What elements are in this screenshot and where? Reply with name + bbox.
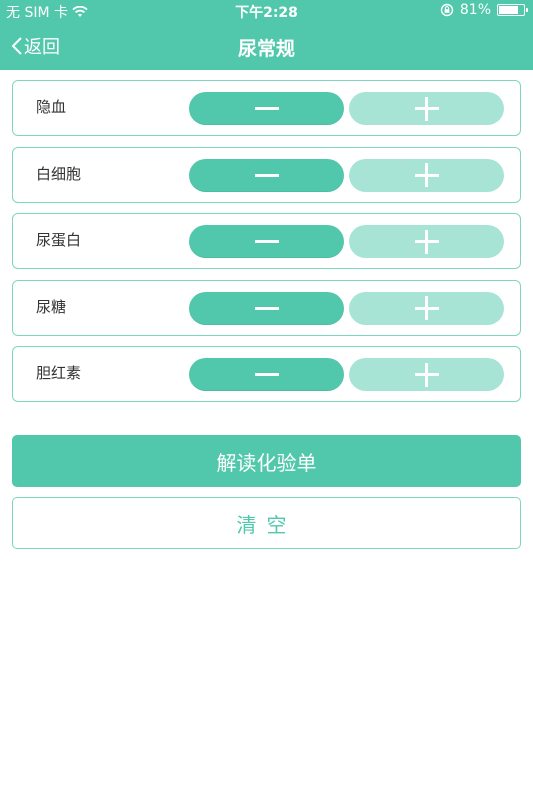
plus-icon [414,296,439,320]
item-label: 胆红素 [36,364,82,382]
status-right: 81% [440,2,528,18]
battery-icon [497,4,528,16]
plus-button[interactable] [349,225,504,258]
minus-icon [254,363,279,387]
list-item: 隐血 [12,80,521,136]
item-label: 隐血 [36,98,67,116]
item-label: 白细胞 [36,164,82,183]
list-item: 胆红素 [12,346,521,402]
app-header: 无 SIM 卡 下午2:28 81% 返回 尿常规 [0,0,533,70]
plus-icon [414,229,439,254]
rotation-lock-icon [440,3,454,17]
minus-button[interactable] [189,225,344,258]
nav-bar: 返回 尿常规 [0,22,533,70]
list-item: 白细胞 [12,146,521,203]
plus-button[interactable] [349,291,504,325]
interpret-report-button[interactable]: 解读化验单 [12,435,521,487]
minus-icon [254,97,279,121]
plus-button[interactable] [349,92,504,125]
plus-icon [414,362,439,387]
list-item: 尿糖 [12,279,521,336]
plus-icon [414,96,439,121]
list-item: 尿蛋白 [12,213,521,269]
clear-button[interactable]: 清空 [12,497,521,549]
plus-button[interactable] [349,358,504,391]
minus-button[interactable] [189,158,344,192]
minus-button[interactable] [189,291,344,325]
minus-button[interactable] [189,358,344,391]
plus-icon [414,163,439,187]
minus-button[interactable] [189,92,344,125]
item-label: 尿糖 [36,297,67,316]
item-label: 尿蛋白 [36,231,82,249]
battery-level [499,6,518,14]
status-bar: 无 SIM 卡 下午2:28 81% [0,0,533,22]
battery-percent: 81% [459,2,491,18]
minus-icon [254,296,279,320]
page-title: 尿常规 [237,38,295,60]
plus-button[interactable] [349,158,504,192]
test-item-list: 隐血 白细胞 尿蛋白 尿糖 胆红素 [12,80,521,413]
minus-icon [254,163,279,187]
minus-icon [254,230,279,254]
